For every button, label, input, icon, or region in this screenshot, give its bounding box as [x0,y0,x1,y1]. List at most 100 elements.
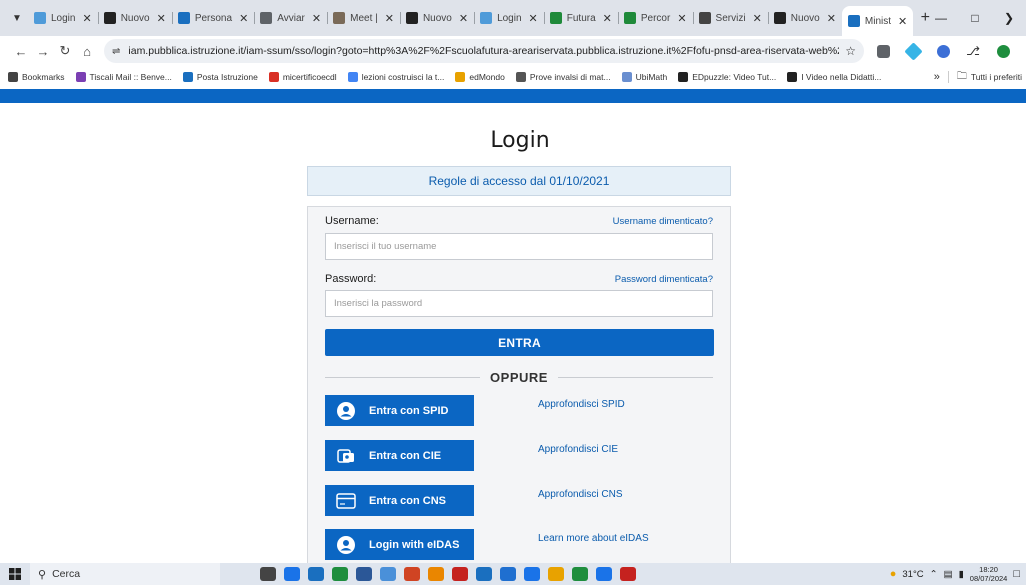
extension-icon[interactable] [932,40,954,62]
home-icon[interactable]: ⌂ [76,44,98,59]
eidas-info-link[interactable]: Learn more about eIDAS [538,533,649,544]
access-rules-link[interactable]: Regole di accesso dal 01/10/2021 [307,166,731,196]
cns-info-link[interactable]: Approfondisci CNS [538,489,622,500]
tab-close-icon[interactable]: ✕ [385,12,394,25]
taskbar-app-icon[interactable] [332,567,348,581]
tab-search-menu-icon[interactable]: ▼ [6,7,28,29]
forward-icon[interactable]: → [32,44,54,59]
tab-close-icon[interactable]: ✕ [677,12,686,25]
tab[interactable]: Persona ✕ [171,5,254,31]
forgot-username-link[interactable]: Username dimenticato? [613,216,713,227]
password-input[interactable] [325,290,713,317]
network-icon[interactable]: ▤ [944,569,953,580]
taskbar-search[interactable]: ⚲ Cerca [30,563,220,585]
bookmark-favicon-icon [8,72,18,82]
tab[interactable]: Nuovo ✕ [767,5,842,31]
minimize-icon[interactable]: — [924,11,958,25]
tab[interactable]: Avviar ✕ [254,5,327,31]
cie-login-button[interactable]: Entra con CIE [325,440,474,471]
all-bookmarks-folder[interactable]: 🗀 Tutti i preferiti [957,69,1022,86]
tab-close-icon[interactable]: ✕ [603,12,612,25]
bookmark-star-icon[interactable]: ☆ [845,44,856,58]
bookmark-item[interactable]: Posta Istruzione [182,72,258,82]
taskbar-app-icon[interactable] [284,567,300,581]
bookmark-item[interactable]: Bookmarks [8,72,65,82]
taskbar-app-icon[interactable] [380,567,396,581]
extension-icon[interactable] [902,40,924,62]
clock[interactable]: 18:20 08/07/2024 [970,565,1008,583]
maximize-icon[interactable]: □ [958,11,992,25]
tab[interactable]: Servizi ✕ [692,5,768,31]
tab[interactable]: Futura ✕ [543,5,618,31]
search-icon: ⚲ [38,568,47,581]
taskbar-app-icon[interactable] [524,567,540,581]
eidas-login-button[interactable]: Login with eIDAS [325,529,474,560]
bookmark-item[interactable]: Prove invalsi di mat... [515,72,611,82]
bookmark-item[interactable]: UbiMath [621,72,667,82]
spid-info-link[interactable]: Approfondisci SPID [538,399,625,410]
spid-login-button[interactable]: Entra con SPID [325,395,474,426]
cns-card-icon [331,492,361,509]
reload-icon[interactable]: ↻ [54,43,76,59]
tab[interactable]: Percor ✕ [617,5,693,31]
taskbar-app-icon[interactable] [260,567,276,581]
tab[interactable]: Nuovo ✕ [97,5,172,31]
tab-close-icon[interactable]: ✕ [82,12,91,25]
tab-close-icon[interactable]: ✕ [753,12,762,25]
all-bookmarks-label: Tutti i preferiti [970,72,1022,82]
taskbar-app-icon[interactable] [404,567,420,581]
forgot-password-link[interactable]: Password dimenticata? [615,274,713,285]
bookmark-item[interactable]: micertificoecdl [268,72,337,82]
login-submit-button[interactable]: ENTRA [325,329,714,356]
cie-info-link[interactable]: Approfondisci CIE [538,444,618,455]
tab-close-icon[interactable]: ✕ [312,12,321,25]
bookmarks-overflow-icon[interactable]: » [934,71,940,83]
extensions-puzzle-icon[interactable]: ⎇ [962,40,984,62]
weather-icon[interactable]: ● [890,568,897,580]
bookmark-item[interactable]: lezioni costruisci la t... [347,72,444,82]
taskbar-app-icon[interactable] [476,567,492,581]
taskbar-app-icon[interactable] [500,567,516,581]
url-bar[interactable]: ⇌ iam.pubblica.istruzione.it/iam-ssum/ss… [104,39,864,63]
tab-label: Minist [864,15,892,27]
tab-active[interactable]: Minist ✕ [841,6,914,36]
taskbar-app-icon[interactable] [356,567,372,581]
tab[interactable]: Login ✕ [474,5,544,31]
close-window-icon[interactable]: ❯ [992,11,1026,25]
username-input[interactable] [325,233,713,260]
windows-start-icon[interactable] [0,568,30,580]
tab-close-icon[interactable]: ✕ [157,12,166,25]
bookmark-item[interactable]: Tiscali Mail :: Benve... [75,72,172,82]
taskbar-app-icon[interactable] [596,567,612,581]
back-icon[interactable]: ← [10,44,32,59]
taskbar-app-icon[interactable] [572,567,588,581]
taskbar-app-icon[interactable] [308,567,324,581]
bookmark-item[interactable]: edMondo [455,72,505,82]
tab-close-icon[interactable]: ✕ [898,15,907,28]
tray-chevron-icon[interactable]: ⌃ [930,569,938,580]
bookmark-item[interactable]: EDpuzzle: Video Tut... [678,72,776,82]
taskbar-app-icon[interactable] [428,567,444,581]
volume-icon[interactable]: ▮ [959,569,964,580]
notifications-icon[interactable]: □ [1013,568,1020,580]
tab-close-icon[interactable]: ✕ [239,12,248,25]
tab[interactable]: Nuovo ✕ [399,5,474,31]
taskbar-app-icon[interactable] [548,567,564,581]
tab-close-icon[interactable]: ✕ [459,12,468,25]
divider [325,376,481,378]
bookmark-item[interactable]: I Video nella Didatti... [787,72,881,82]
extension-icon[interactable] [872,40,894,62]
site-info-icon[interactable]: ⇌ [112,46,120,57]
cns-login-button[interactable]: Entra con CNS [325,485,474,516]
login-panel: Username: Username dimenticato? Password… [307,206,731,566]
tab[interactable]: Meet | ✕ [327,5,400,31]
search-placeholder: Cerca [52,568,81,580]
tab-close-icon[interactable]: ✕ [827,12,836,25]
tab[interactable]: Login ✕ [28,5,98,31]
favicon-icon [480,12,493,24]
taskbar-app-icon[interactable] [452,567,468,581]
profile-avatar[interactable] [992,40,1014,62]
weather-temp[interactable]: 31°C [902,569,923,580]
taskbar-app-icon[interactable] [620,567,636,581]
tab-close-icon[interactable]: ✕ [529,12,538,25]
